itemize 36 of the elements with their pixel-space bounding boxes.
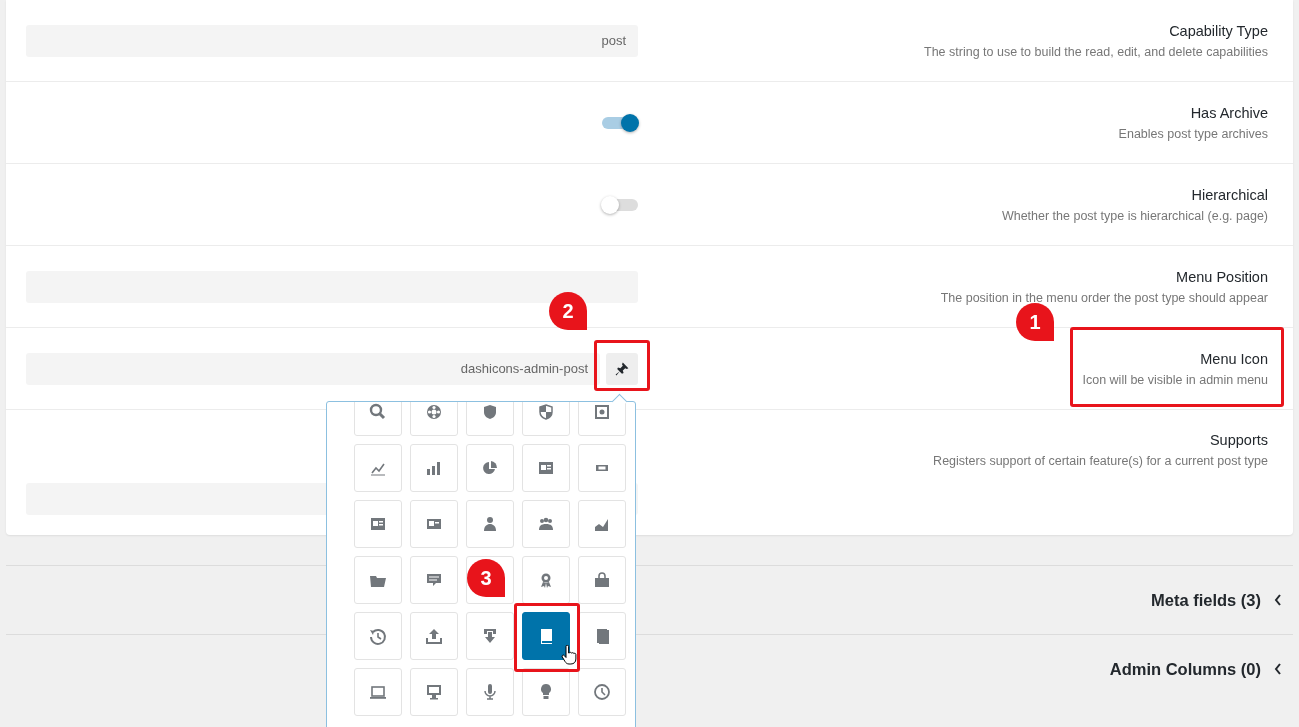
text-field[interactable]: post [26,24,638,57]
text-field[interactable]: dashicons-admin-post [26,352,600,385]
pin-icon [614,360,630,377]
chevron-icon[interactable] [1273,662,1283,676]
shield-half-icon [536,402,556,422]
toggle-switch[interactable] [602,116,638,129]
upload-icon [424,626,444,646]
setting-description: The position in the menu order the post type should appear [940,290,1268,305]
lifesaver-icon [424,402,444,422]
highlight-frame [594,340,650,391]
setting-title: Menu Position [1175,268,1268,285]
desktop-icon [424,682,444,702]
toggle-switch[interactable] [602,198,638,211]
section-title[interactable]: Admin Columns (0) [1109,659,1261,679]
setting-description: Registers support of certain feature(s) for a current post type [933,454,1268,468]
setting-title: Menu Icon [1199,350,1268,367]
icon-option[interactable] [522,612,570,660]
setting-description: Icon will be visible in admin menu [1082,372,1268,387]
search-icon [368,402,388,422]
setting-title: Has Archive [1189,104,1268,121]
section-title[interactable]: Meta fields (3) [1150,590,1261,610]
setting-description: The string to use to build the read, edit, and delete capabilities [924,44,1268,59]
bag-icon [592,570,612,590]
setting-description: Enables post type archives [1118,126,1268,141]
setting-title: Hierarchical [1190,186,1268,203]
backup-icon [368,626,388,646]
pin-button[interactable] [606,352,638,385]
vault-icon [592,402,612,422]
setting-description: Whether the post type is hierarchical (e.g. page) [1001,208,1268,223]
setting-title: Capability Type [1168,22,1268,39]
hand-cursor-icon [561,645,577,665]
clock-icon [592,682,612,702]
highlight-frame [514,603,580,672]
text-field[interactable] [26,270,638,303]
chevron-icon[interactable] [1273,593,1283,607]
setting-title: Supports [1208,432,1268,448]
